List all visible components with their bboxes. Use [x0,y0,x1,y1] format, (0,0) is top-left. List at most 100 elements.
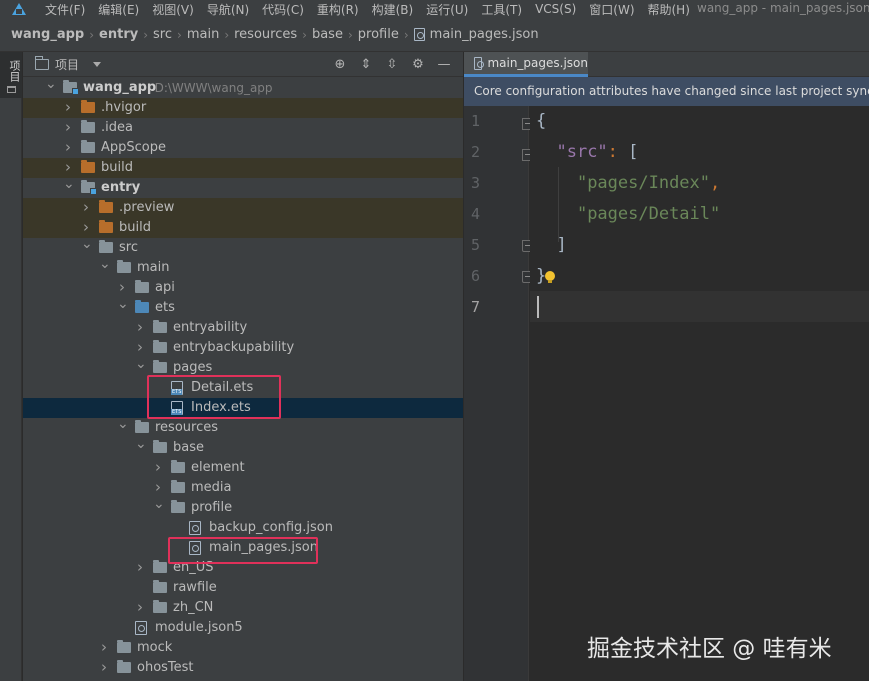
breadcrumb-item[interactable]: main_pages.json [430,27,539,42]
tree-row[interactable]: › .hvigor [23,98,463,118]
ets-file-icon [171,381,183,395]
tree-row[interactable]: ⌄ entry [23,177,463,198]
tree-row[interactable]: › .preview [23,198,463,218]
tree-row[interactable]: ⌄ main [23,257,463,278]
tree-row[interactable]: Detail.ets [23,378,463,398]
chevron-down-icon[interactable]: ⌄ [135,437,147,458]
folder-icon [135,420,149,433]
tree-row[interactable]: ⌄ resources [23,417,463,438]
folder-icon [81,120,95,133]
breadcrumb-item[interactable]: src [153,27,172,42]
tree-row[interactable]: module.json5 [23,618,463,638]
chevron-down-icon[interactable]: ⌄ [135,357,147,378]
chevron-right-icon[interactable]: › [135,338,145,358]
chevron-right-icon[interactable]: › [117,278,127,298]
menu-build[interactable]: 构建(B) [372,1,414,18]
tree-row[interactable]: › zh_CN [23,598,463,618]
tree-row[interactable]: › media [23,478,463,498]
tree-row[interactable]: ⌄ pages [23,357,463,378]
tree-row[interactable]: › build [23,218,463,238]
chevron-right-icon[interactable]: › [99,638,109,658]
breadcrumb-item[interactable]: profile [358,27,399,42]
chevron-down-icon[interactable]: ⌄ [99,257,111,278]
json-comma: , [710,173,721,193]
chevron-down-icon[interactable]: ⌄ [117,297,129,318]
chevron-down-icon[interactable]: ⌄ [153,497,165,518]
chevron-right-icon[interactable]: › [153,478,163,498]
menu-code[interactable]: 代码(C) [262,1,304,18]
tree-row[interactable]: › .idea [23,118,463,138]
tree-row[interactable]: backup_config.json [23,518,463,538]
chevron-down-icon[interactable]: ⌄ [63,177,75,198]
chevron-down-icon[interactable]: ⌄ [45,77,57,98]
menu-navigate[interactable]: 导航(N) [207,1,249,18]
breadcrumb-item[interactable]: entry [99,27,138,42]
menu-help[interactable]: 帮助(H) [648,1,690,18]
menu-file[interactable]: 文件(F) [45,1,85,18]
tree-row[interactable]: ⌄ profile [23,497,463,518]
tree-row[interactable]: › entryability [23,318,463,338]
chevron-right-icon[interactable]: › [63,158,73,178]
code-editor[interactable]: { "src": [ "pages/Index", "pages/Detail"… [530,106,869,681]
locate-icon[interactable]: ⊕ [333,57,347,72]
chevron-right-icon[interactable]: › [135,598,145,618]
expand-all-icon[interactable]: ⇕ [359,57,373,72]
chevron-right-icon[interactable]: › [81,198,91,218]
tree-row[interactable]: › build [23,158,463,178]
chevron-right-icon[interactable]: › [63,98,73,118]
project-panel-header: 项目 ⊕ ⇕ ⇳ ⚙ — [23,52,463,77]
tree-row[interactable]: › AppScope [23,138,463,158]
gear-icon[interactable]: ⚙ [411,57,425,72]
folder-icon [135,280,149,293]
tab-main-pages-json[interactable]: main_pages.json [464,52,588,77]
collapse-all-icon[interactable]: ⇳ [385,57,399,72]
tree-row[interactable]: › mock [23,638,463,658]
tree-row[interactable]: › entrybackupability [23,338,463,358]
chevron-right-icon[interactable]: › [99,658,109,678]
tree-row[interactable]: ⌄ src [23,237,463,258]
menu-edit[interactable]: 编辑(E) [98,1,139,18]
menu-vcs[interactable]: VCS(S) [535,2,576,16]
chevron-right-icon[interactable]: › [135,558,145,578]
tree-item-label: rawfile [173,580,217,595]
sync-notification-banner[interactable]: Core configuration attributes have chang… [464,77,869,106]
breadcrumb-item[interactable]: resources [234,27,297,42]
chevron-right-icon[interactable]: › [63,138,73,158]
lightbulb-icon[interactable] [545,271,555,283]
chevron-down-icon[interactable] [93,61,102,67]
project-tool-tab[interactable]: 项目 [0,52,22,98]
menu-run[interactable]: 运行(U) [426,1,468,18]
menu-view[interactable]: 视图(V) [152,1,194,18]
chevron-right-icon[interactable]: › [153,458,163,478]
minimize-icon[interactable]: — [437,57,451,72]
editor-tab-bar: main_pages.json [464,52,869,77]
chevron-right-icon[interactable]: › [63,118,73,138]
tree-row[interactable]: rawfile [23,578,463,598]
breadcrumb-item[interactable]: main [187,27,219,42]
menu-window[interactable]: 窗口(W) [589,1,634,18]
tree-row[interactable]: › api [23,278,463,298]
tree-row[interactable]: › en_US [23,558,463,578]
chevron-right-icon[interactable]: › [81,218,91,238]
chevron-down-icon[interactable]: ⌄ [81,237,93,258]
chevron-right-icon[interactable]: › [135,318,145,338]
breadcrumb-item[interactable]: base [312,27,343,42]
tree-row[interactable]: ⌄ ets [23,297,463,318]
project-panel-toolbar: ⊕ ⇕ ⇳ ⚙ — [333,52,463,77]
tree-row[interactable]: Index.ets [23,398,463,418]
chevron-down-icon[interactable]: ⌄ [117,417,129,438]
tree-item-label: build [101,160,133,175]
tree-row[interactable]: ⌄ wang_app D:\WWW\wang_app [23,77,463,98]
json-brace: { [536,111,547,131]
tree-row[interactable]: ⌄ base [23,437,463,458]
tree-row[interactable]: main_pages.json [23,538,463,558]
tree-item-label: media [191,480,232,495]
menu-tools[interactable]: 工具(T) [481,1,522,18]
menu-refactor[interactable]: 重构(R) [317,1,359,18]
folder-icon [153,560,167,573]
tree-item-label: Detail.ets [191,380,254,395]
tree-row[interactable]: › element [23,458,463,478]
tree-row[interactable]: › ohosTest [23,658,463,678]
project-panel-title[interactable]: 项目 [55,56,79,73]
breadcrumb-item[interactable]: wang_app [11,27,84,42]
